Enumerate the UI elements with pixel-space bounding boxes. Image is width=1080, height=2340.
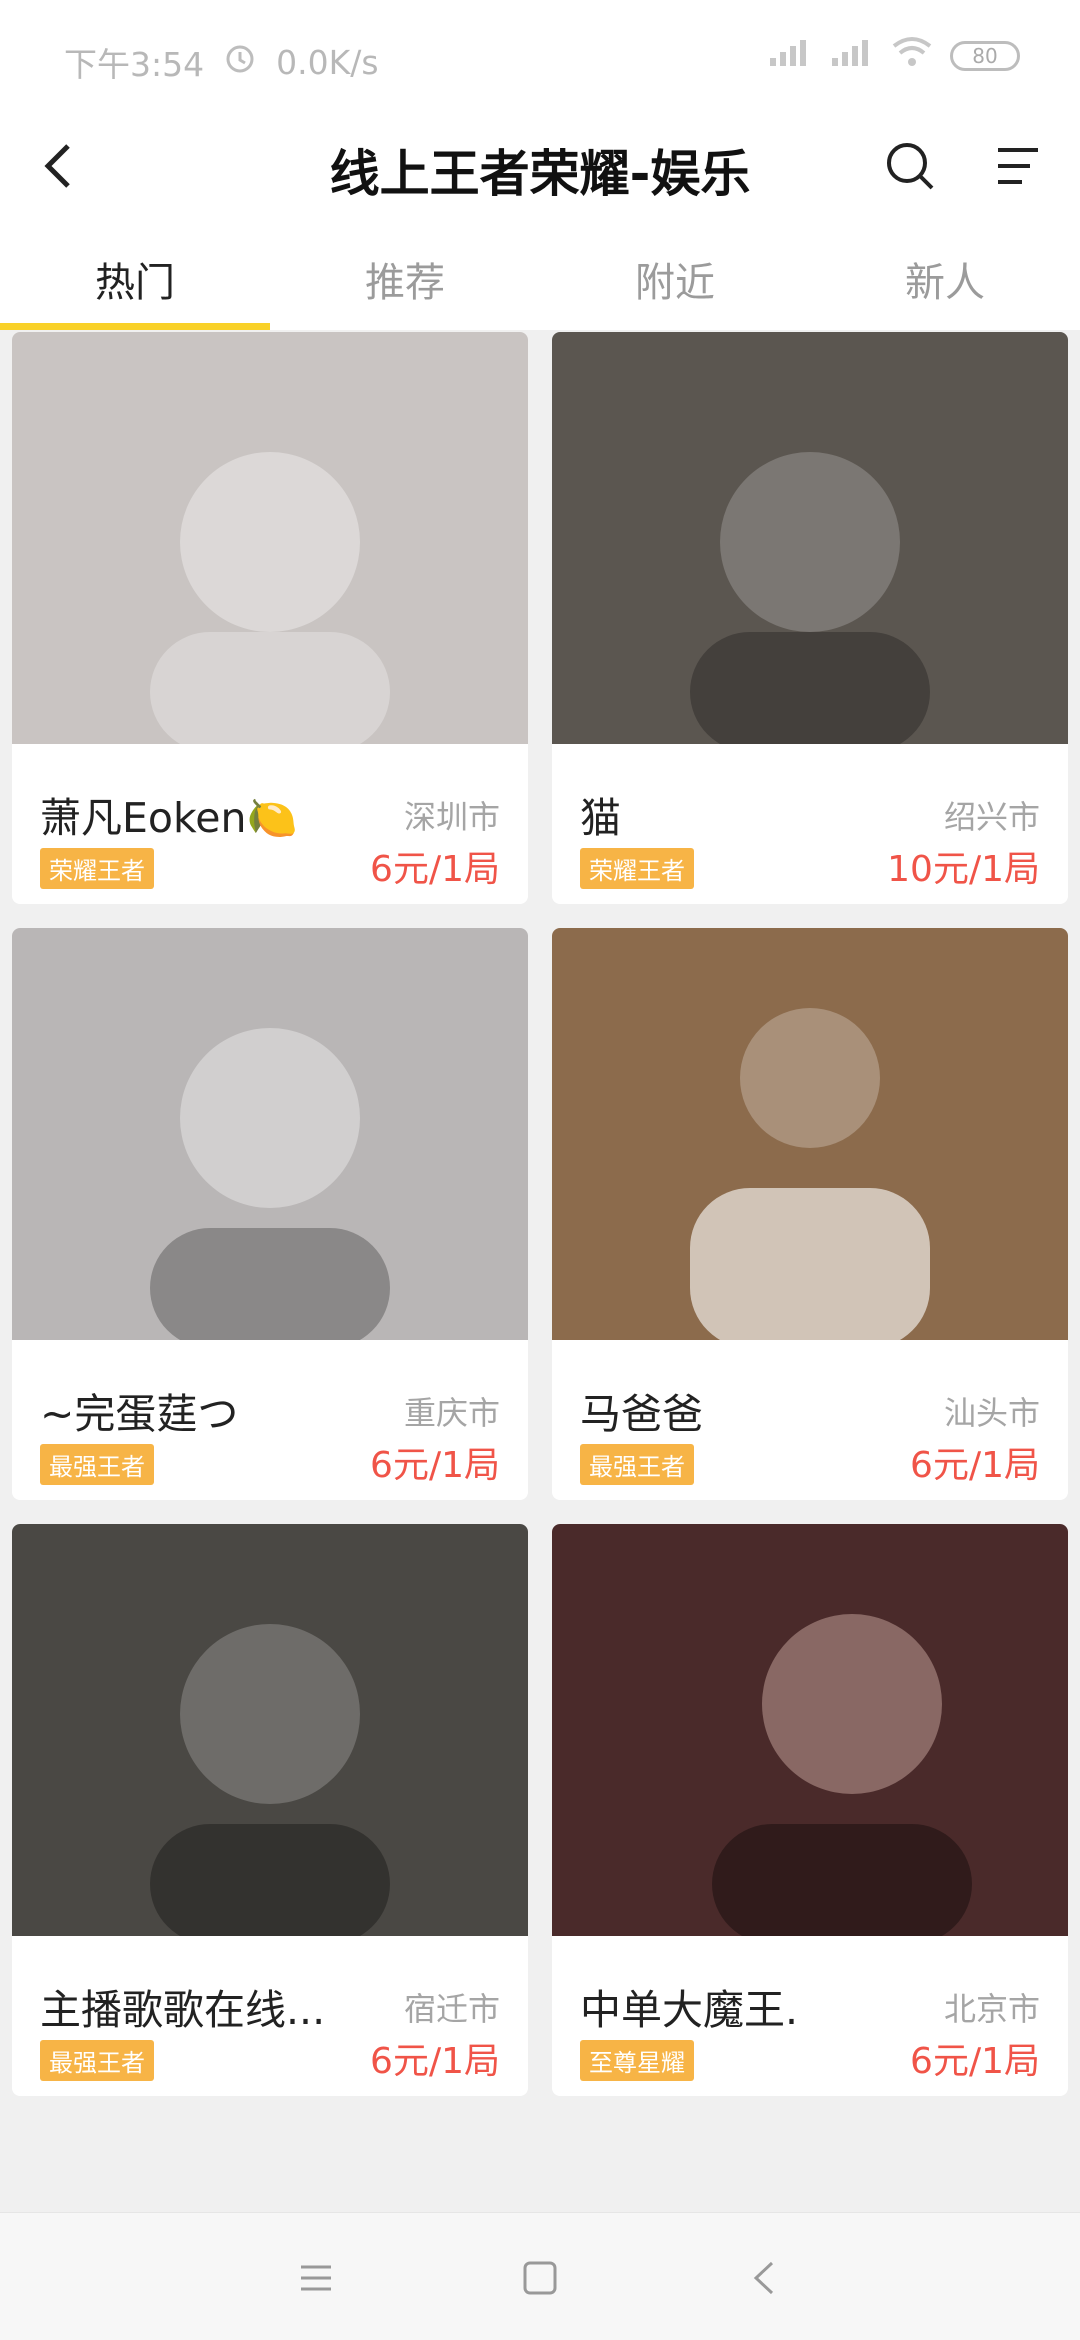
player-price: 6元/1局 xyxy=(910,2041,1040,2082)
player-name: 主播歌歌在线... xyxy=(40,1986,326,2034)
player-card[interactable]: ~完蛋莛つ 重庆市 最强王者 6元/1局 xyxy=(12,928,528,1500)
player-name: 猫 xyxy=(580,794,621,842)
status-time: 下午3:54 xyxy=(64,45,205,84)
player-photo xyxy=(12,928,528,1340)
tab-recommend[interactable]: 推荐 xyxy=(270,222,540,330)
battery-indicator: 80 xyxy=(950,41,1020,71)
player-price: 6元/1局 xyxy=(370,2041,500,2082)
rank-badge: 最强王者 xyxy=(580,1444,694,1485)
status-bar: 下午3:54 0.0K/s 80 xyxy=(0,0,1080,110)
signal-hd-icon xyxy=(830,37,874,76)
player-name: 马爸爸 xyxy=(580,1390,703,1438)
player-photo xyxy=(552,928,1068,1340)
player-card[interactable]: 主播歌歌在线... 宿迁市 最强王者 6元/1局 xyxy=(12,1524,528,2096)
back-icon[interactable] xyxy=(740,2253,790,2303)
tab-nearby[interactable]: 附近 xyxy=(540,222,810,330)
player-city: 北京市 xyxy=(943,1990,1040,2028)
player-city: 汕头市 xyxy=(943,1394,1040,1432)
home-icon[interactable] xyxy=(515,2253,565,2303)
player-price: 6元/1局 xyxy=(910,1445,1040,1486)
player-name: 萧凡Eoken🍋 xyxy=(40,794,298,842)
player-price: 6元/1局 xyxy=(370,1445,500,1486)
wifi-icon xyxy=(892,36,932,76)
tab-new[interactable]: 新人 xyxy=(810,222,1080,330)
tab-hot[interactable]: 热门 xyxy=(0,222,270,330)
rank-badge: 荣耀王者 xyxy=(40,848,154,889)
player-city: 深圳市 xyxy=(403,798,500,836)
rank-badge: 最强王者 xyxy=(40,2040,154,2081)
player-price: 10元/1局 xyxy=(887,849,1040,890)
system-nav-bar xyxy=(0,2212,1080,2340)
player-card[interactable]: 猫 绍兴市 荣耀王者 10元/1局 xyxy=(552,332,1068,904)
player-price: 6元/1局 xyxy=(370,849,500,890)
network-speed: 0.0K/s xyxy=(276,42,379,82)
player-card[interactable]: 马爸爸 汕头市 最强王者 6元/1局 xyxy=(552,928,1068,1500)
signal-icon xyxy=(768,37,812,76)
menu-icon[interactable] xyxy=(990,136,1050,196)
category-tabs: 热门 推荐 附近 新人 xyxy=(0,222,1080,330)
recent-apps-icon[interactable] xyxy=(291,2253,341,2303)
player-card[interactable]: 萧凡Eoken🍋 深圳市 荣耀王者 6元/1局 xyxy=(12,332,528,904)
player-photo xyxy=(552,1524,1068,1936)
search-icon[interactable] xyxy=(880,136,940,196)
player-photo xyxy=(12,332,528,744)
rank-badge: 最强王者 xyxy=(40,1444,154,1485)
player-name: 中单大魔王. xyxy=(580,1986,799,2034)
player-city: 绍兴市 xyxy=(943,798,1040,836)
nav-bar: 线上王者荣耀-娱乐 xyxy=(0,110,1080,222)
rank-badge: 至尊星耀 xyxy=(580,2040,694,2081)
player-photo xyxy=(552,332,1068,744)
player-photo xyxy=(12,1524,528,1936)
player-city: 重庆市 xyxy=(403,1394,500,1432)
player-name: ~完蛋莛つ xyxy=(40,1390,239,1438)
player-card[interactable]: 中单大魔王. 北京市 至尊星耀 6元/1局 xyxy=(552,1524,1068,2096)
alarm-icon xyxy=(222,40,258,84)
player-city: 宿迁市 xyxy=(403,1990,500,2028)
rank-badge: 荣耀王者 xyxy=(580,848,694,889)
